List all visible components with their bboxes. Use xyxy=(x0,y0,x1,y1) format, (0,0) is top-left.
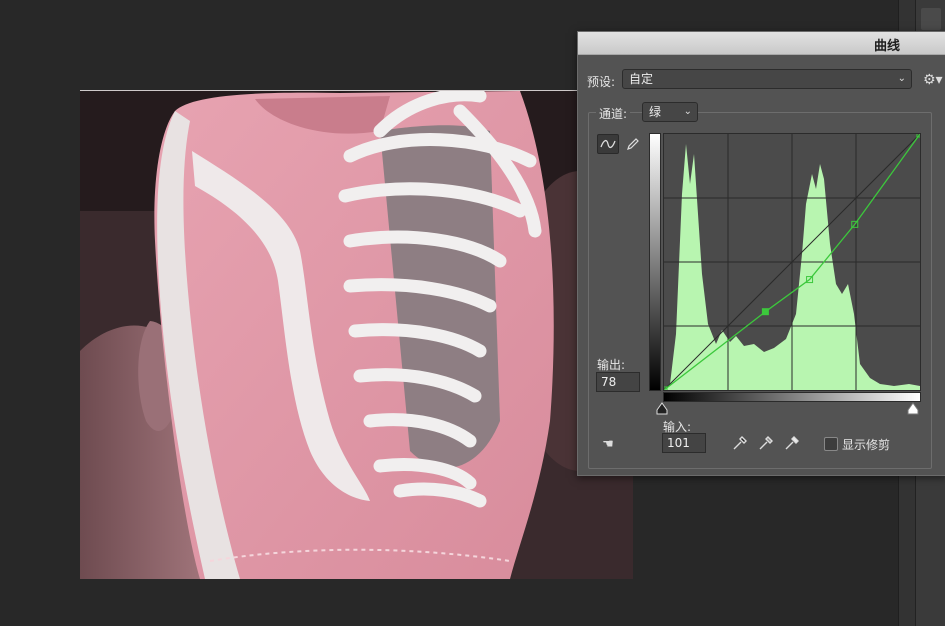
input-gradient-bar xyxy=(663,392,921,402)
pencil-icon xyxy=(627,138,639,150)
preset-label: 预设: xyxy=(587,75,616,89)
output-field[interactable]: 78 xyxy=(596,372,640,392)
channel-value: 绿 xyxy=(649,105,662,119)
output-label: 输出: xyxy=(597,358,626,372)
chevron-down-icon: ⌄ xyxy=(897,73,906,84)
hand-icon: ☚ xyxy=(602,436,614,452)
black-point-slider[interactable] xyxy=(655,402,669,415)
output-gradient-bar xyxy=(649,133,661,391)
gray-point-eyedropper-icon[interactable] xyxy=(758,435,774,453)
preset-value: 自定 xyxy=(629,72,654,86)
white-point-slider[interactable] xyxy=(906,402,920,415)
curves-plot xyxy=(660,130,924,394)
channel-select[interactable]: 绿 ⌄ xyxy=(642,102,698,122)
auto-adjust-hand-button[interactable]: ☚ xyxy=(597,434,619,454)
channel-label: 通道: xyxy=(596,105,631,122)
show-clipping-label: 显示修剪 xyxy=(842,438,891,452)
curves-graph[interactable] xyxy=(660,130,924,394)
preset-select[interactable]: 自定 ⌄ xyxy=(622,69,912,89)
dialog-titlebar[interactable]: 曲线 xyxy=(578,32,945,55)
dialog-title: 曲线 xyxy=(874,39,901,54)
show-clipping-checkbox[interactable] xyxy=(824,437,838,451)
curve-point-tool-button[interactable] xyxy=(597,134,619,154)
chevron-down-icon: ⌄ xyxy=(683,106,692,117)
gear-icon[interactable]: ⚙▾ xyxy=(923,72,943,88)
curve-control-point[interactable] xyxy=(761,308,769,316)
black-point-eyedropper-icon[interactable] xyxy=(732,435,748,453)
panel-tool-icon[interactable] xyxy=(921,8,941,30)
curve-point-icon xyxy=(600,139,616,149)
document-canvas[interactable] xyxy=(80,90,633,579)
input-field[interactable]: 101 xyxy=(662,433,706,453)
pencil-tool-button[interactable] xyxy=(622,134,644,154)
white-point-eyedropper-icon[interactable] xyxy=(784,435,800,453)
sneaker-photo xyxy=(80,91,633,579)
